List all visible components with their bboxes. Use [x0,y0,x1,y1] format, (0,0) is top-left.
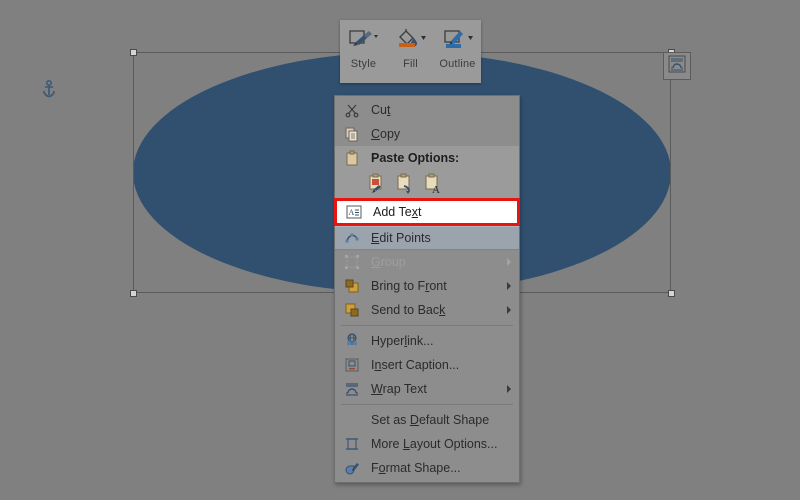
menu-separator [341,325,513,326]
anchor-icon [41,80,57,98]
menu-item-edit-points-label: Edit Points [365,231,431,245]
menu-item-format-shape[interactable]: Format Shape... [335,456,519,480]
menu-item-cut-label: Cut [365,103,390,117]
menu-item-add-text-label: Add Text [367,205,421,219]
menu-item-group[interactable]: Group [335,250,519,274]
more-layout-options-icon [339,434,365,454]
paste-merge-formatting-icon[interactable] [391,173,419,195]
wrap-text-square-icon [668,55,686,78]
shape-style-icon [347,26,381,54]
menu-item-set-as-default-shape-label: Set as Default Shape [339,413,489,427]
document-canvas: Style Fill [0,0,800,500]
menu-item-copy-label: Copy [365,127,400,141]
insert-caption-icon [339,355,365,375]
menu-item-cut[interactable]: Cut [335,98,519,122]
menu-item-hyperlink[interactable]: Hyperlink... [335,329,519,353]
menu-header-paste-options-label: Paste Options: [365,151,459,165]
wrap-text-icon [339,379,365,399]
resize-handle-bottom-right[interactable] [668,290,675,297]
mini-toolbar-fill-label: Fill [403,58,418,70]
submenu-arrow-icon [507,306,511,314]
menu-item-hyperlink-label: Hyperlink... [365,334,434,348]
scissors-icon [339,100,365,120]
paste-keep-text-only-icon[interactable]: A [419,173,447,195]
menu-item-insert-caption-label: Insert Caption... [365,358,459,372]
menu-item-add-text[interactable]: A Add Text [334,198,520,226]
menu-item-copy[interactable]: Copy [335,122,519,146]
menu-item-edit-points[interactable]: Edit Points [335,226,519,250]
menu-item-set-as-default-shape[interactable]: Set as Default Shape [335,408,519,432]
edit-points-icon [339,228,365,248]
submenu-arrow-icon [507,385,511,393]
mini-toolbar: Style Fill [340,20,481,83]
mini-toolbar-fill-button[interactable]: Fill [387,26,434,70]
shape-context-menu: Cut Copy Paste Options: [334,95,520,483]
resize-handle-bottom-left[interactable] [130,290,137,297]
fill-bucket-icon [394,26,428,54]
menu-item-send-to-back-label: Send to Back [365,303,445,317]
menu-item-more-layout-options[interactable]: More Layout Options... [335,432,519,456]
copy-icon [339,124,365,144]
submenu-arrow-icon [507,258,511,266]
menu-separator [341,404,513,405]
mini-toolbar-style-button[interactable]: Style [340,26,387,70]
submenu-arrow-icon [507,282,511,290]
svg-text:A: A [349,208,355,217]
format-shape-icon [339,458,365,478]
menu-item-bring-to-front[interactable]: Bring to Front [335,274,519,298]
layout-options-button[interactable] [663,52,691,80]
menu-header-paste-options: Paste Options: [335,146,519,170]
menu-item-format-shape-label: Format Shape... [365,461,461,475]
clipboard-icon [339,148,365,168]
group-icon [339,252,365,272]
svg-text:A: A [432,184,440,195]
add-text-icon: A [341,202,367,222]
mini-toolbar-outline-button[interactable]: Outline [434,26,481,70]
paste-keep-source-formatting-icon[interactable] [363,173,391,195]
hyperlink-icon [339,331,365,351]
menu-item-wrap-text[interactable]: Wrap Text [335,377,519,401]
menu-item-bring-to-front-label: Bring to Front [365,279,447,293]
mini-toolbar-outline-label: Outline [439,58,475,70]
menu-item-send-to-back[interactable]: Send to Back [335,298,519,322]
shape-outline-icon [441,26,475,54]
bring-to-front-icon [339,276,365,296]
paste-options-row: A [335,170,519,198]
menu-item-more-layout-options-label: More Layout Options... [365,437,497,451]
menu-item-group-label: Group [365,255,406,269]
menu-item-wrap-text-label: Wrap Text [365,382,427,396]
mini-toolbar-style-label: Style [351,58,376,70]
menu-item-insert-caption[interactable]: Insert Caption... [335,353,519,377]
resize-handle-top-left[interactable] [130,49,137,56]
send-to-back-icon [339,300,365,320]
